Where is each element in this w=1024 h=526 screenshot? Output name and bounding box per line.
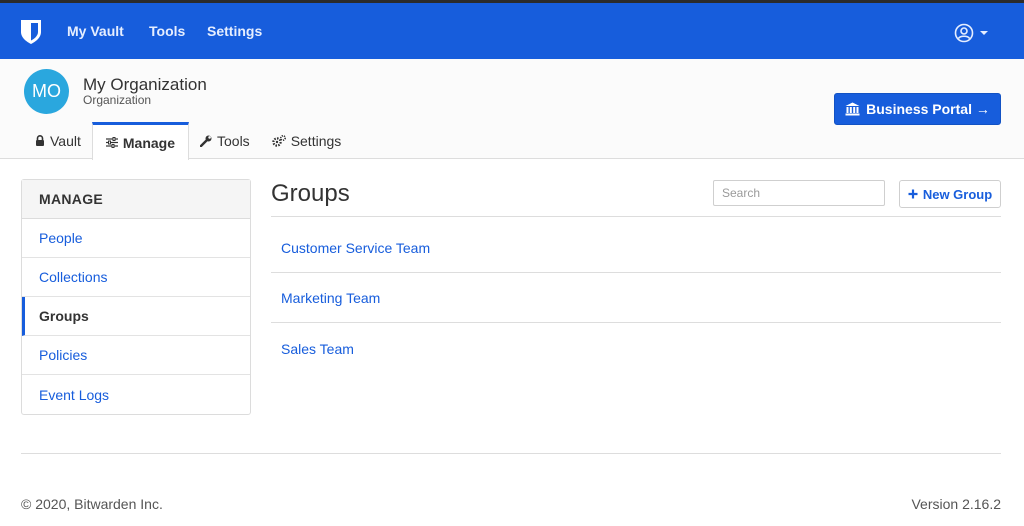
tab-settings[interactable]: Settings — [261, 122, 353, 159]
sidebar-heading: MANAGE — [22, 180, 250, 219]
sidebar-item-people[interactable]: People — [22, 219, 250, 258]
sidebar-item-groups[interactable]: Groups — [22, 297, 250, 336]
new-group-label: New Group — [922, 186, 993, 202]
group-link[interactable]: Customer Service Team — [281, 240, 430, 256]
group-link[interactable]: Marketing Team — [281, 290, 380, 306]
nav-my-vault[interactable]: My Vault — [67, 23, 124, 39]
footer-divider — [21, 453, 1001, 454]
org-tabs: Vault Manage Tools Settings — [24, 122, 353, 160]
plus-icon — [908, 189, 918, 199]
business-portal-button[interactable]: Business Portal → — [834, 93, 1001, 125]
lock-icon — [36, 135, 44, 146]
group-row[interactable]: Sales Team — [271, 324, 1001, 374]
org-header: MO My Organization Organization Business… — [0, 59, 1024, 160]
cogs-icon — [271, 134, 286, 147]
user-circle-icon — [954, 23, 974, 43]
sidebar-item-policies[interactable]: Policies — [22, 336, 250, 375]
nav-tools[interactable]: Tools — [149, 23, 185, 39]
tab-manage-label: Manage — [122, 134, 175, 151]
title-divider — [271, 216, 1001, 217]
tab-manage[interactable]: Manage — [91, 122, 189, 160]
search-input[interactable] — [713, 180, 885, 206]
footer-copyright: © 2020, Bitwarden Inc. — [21, 496, 163, 512]
org-subtitle: Organization — [83, 93, 152, 107]
chevron-down-icon — [980, 31, 988, 35]
tab-settings-label: Settings — [290, 132, 342, 149]
org-name: My Organization — [83, 75, 207, 94]
group-row[interactable]: Customer Service Team — [271, 223, 1001, 273]
account-menu[interactable] — [954, 23, 988, 43]
new-group-button[interactable]: New Group — [899, 180, 1001, 208]
tab-tools[interactable]: Tools — [189, 122, 261, 159]
sliders-icon — [105, 137, 118, 148]
tab-vault-label: Vault — [50, 132, 81, 149]
group-link[interactable]: Sales Team — [281, 341, 354, 357]
business-portal-label: Business Portal → — [866, 101, 990, 117]
manage-sidebar: MANAGE People Collections Groups Policie… — [21, 179, 251, 415]
nav-settings[interactable]: Settings — [207, 23, 262, 39]
tab-vault[interactable]: Vault — [24, 122, 92, 159]
bank-icon — [845, 102, 860, 116]
sidebar-item-collections[interactable]: Collections — [22, 258, 250, 297]
top-navbar: My Vault Tools Settings — [0, 0, 1024, 59]
wrench-icon — [200, 135, 212, 147]
group-row[interactable]: Marketing Team — [271, 273, 1001, 323]
sidebar-item-event-logs[interactable]: Event Logs — [22, 375, 250, 414]
page-title: Groups — [271, 180, 350, 207]
footer-version: Version 2.16.2 — [911, 496, 1001, 512]
org-avatar: MO — [24, 69, 69, 114]
bitwarden-shield-icon[interactable] — [20, 19, 42, 45]
tab-tools-label: Tools — [217, 132, 250, 149]
